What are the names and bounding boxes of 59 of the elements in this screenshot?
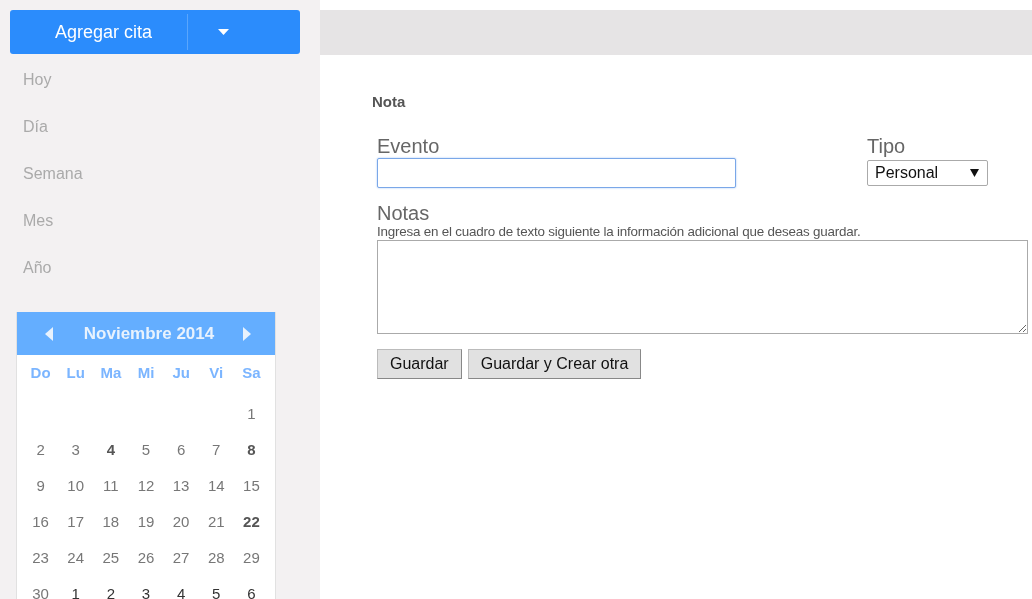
calendar-day[interactable]: 27 [172, 548, 190, 566]
calendar-day[interactable]: 5 [212, 584, 221, 599]
weekday-label: Sa [241, 363, 262, 383]
calendar-day[interactable]: 13 [172, 476, 190, 494]
calendar-day[interactable]: 18 [102, 512, 120, 530]
dropdown-arrow-icon [970, 169, 979, 177]
calendar-day[interactable]: 25 [102, 548, 120, 566]
calendar-day[interactable]: 7 [212, 440, 221, 458]
type-label: Tipo [867, 135, 907, 157]
calendar-day[interactable]: 3 [71, 440, 80, 458]
calendar-day[interactable]: 20 [172, 512, 190, 530]
calendar-day[interactable]: 14 [207, 476, 225, 494]
calendar-day[interactable]: 26 [137, 548, 155, 566]
calendar-day[interactable]: 3 [141, 584, 151, 599]
calendar-day[interactable]: 15 [243, 476, 260, 494]
calendar-day[interactable]: 16 [32, 512, 49, 530]
save-button[interactable]: Guardar y Crear otra [467, 349, 642, 379]
save-button[interactable]: Guardar [377, 349, 462, 379]
calendar-day[interactable]: 24 [67, 548, 85, 566]
calendar-day[interactable]: 12 [137, 476, 155, 494]
calendar-day[interactable]: 29 [243, 548, 260, 566]
calendar-day[interactable]: 6 [247, 584, 256, 599]
calendar-day[interactable]: 6 [176, 440, 186, 458]
calendar-day[interactable]: 23 [32, 548, 49, 566]
calendar-day[interactable]: 30 [32, 584, 49, 599]
month-title: Noviembre 2014 [83, 323, 215, 344]
calendar-day[interactable]: 2 [106, 584, 115, 599]
event-input-field[interactable] [377, 158, 736, 188]
calendar-day[interactable]: 11 [103, 476, 119, 494]
type-select[interactable]: Personal [867, 160, 988, 186]
calendar-day[interactable]: 28 [207, 548, 225, 566]
calendar-day[interactable]: 10 [67, 476, 85, 494]
calendar-day[interactable]: 17 [67, 512, 85, 530]
weekday-label: Lu [65, 363, 86, 383]
weekday-label: Mi [136, 363, 156, 383]
calendar-day[interactable]: 1 [247, 404, 256, 422]
calendar-day[interactable]: 5 [141, 440, 151, 458]
notes-hint: Ingresa en el cuadro de texto siguiente la información adicional que deseas guardar. [377, 224, 862, 239]
notes-text-area[interactable] [377, 240, 1028, 334]
calendar-day[interactable]: 19 [137, 512, 155, 530]
calendar-day[interactable]: 8 [247, 440, 256, 458]
previous-month-button[interactable] [45, 326, 55, 341]
calendar-day[interactable]: 2 [36, 440, 45, 458]
weekday-label: Ma [99, 363, 123, 383]
weekday-label: Ju [171, 363, 191, 383]
form-title: Nota [372, 93, 407, 110]
weekday-label: Vi [208, 363, 225, 383]
event-label: Evento [377, 135, 441, 157]
add-appointment-button[interactable]: Agregar cita [10, 14, 188, 50]
next-month-button[interactable] [243, 326, 253, 341]
calendar-day[interactable]: 22 [243, 512, 260, 530]
calendar-day[interactable]: 4 [106, 440, 115, 458]
calendar-day[interactable]: 4 [176, 584, 186, 599]
caret-icon [217, 29, 229, 35]
notes-label: Notas [377, 202, 431, 224]
calendar-day[interactable]: 9 [36, 476, 45, 494]
calendar-day[interactable]: 21 [207, 512, 225, 530]
weekday-label: Do [29, 363, 52, 383]
calendar-day[interactable]: 1 [71, 584, 80, 599]
